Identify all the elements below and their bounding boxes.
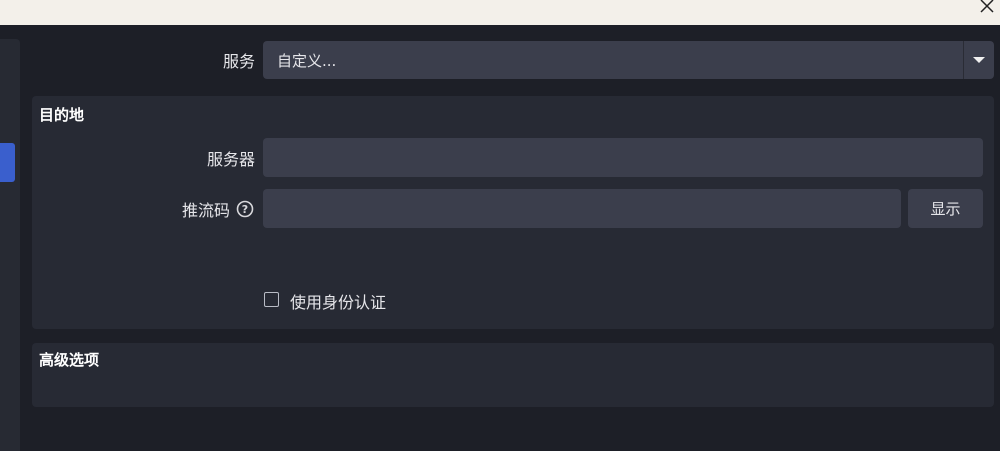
service-dropdown[interactable]: 自定义... — [263, 41, 994, 79]
show-button[interactable]: 显示 — [908, 189, 983, 228]
use-auth-label[interactable]: 使用身份认证 — [290, 289, 386, 313]
settings-sidebar — [0, 39, 20, 451]
svg-text:?: ? — [242, 203, 248, 216]
chevron-down-icon — [973, 57, 985, 63]
title-bar — [0, 0, 1000, 25]
stream-key-label: 推流码 — [181, 201, 230, 220]
server-label: 服务器 — [206, 150, 255, 169]
help-icon[interactable]: ? — [236, 200, 254, 218]
sidebar-selected-item[interactable] — [0, 143, 15, 182]
service-dropdown-button[interactable] — [963, 41, 994, 79]
stream-key-input[interactable] — [263, 189, 901, 228]
destination-title: 目的地 — [39, 106, 85, 124]
advanced-panel: 高级选项 — [32, 343, 994, 407]
close-icon[interactable] — [978, 0, 996, 15]
service-label: 服务 — [222, 52, 255, 71]
service-value: 自定义... — [277, 51, 337, 70]
server-input[interactable] — [263, 138, 983, 177]
settings-window: 服务 自定义... 目的地 服务器 推流码 ? 显示 使用身份认证 高级选项 — [0, 25, 1000, 451]
advanced-title: 高级选项 — [39, 351, 100, 369]
use-auth-checkbox[interactable] — [264, 292, 279, 307]
